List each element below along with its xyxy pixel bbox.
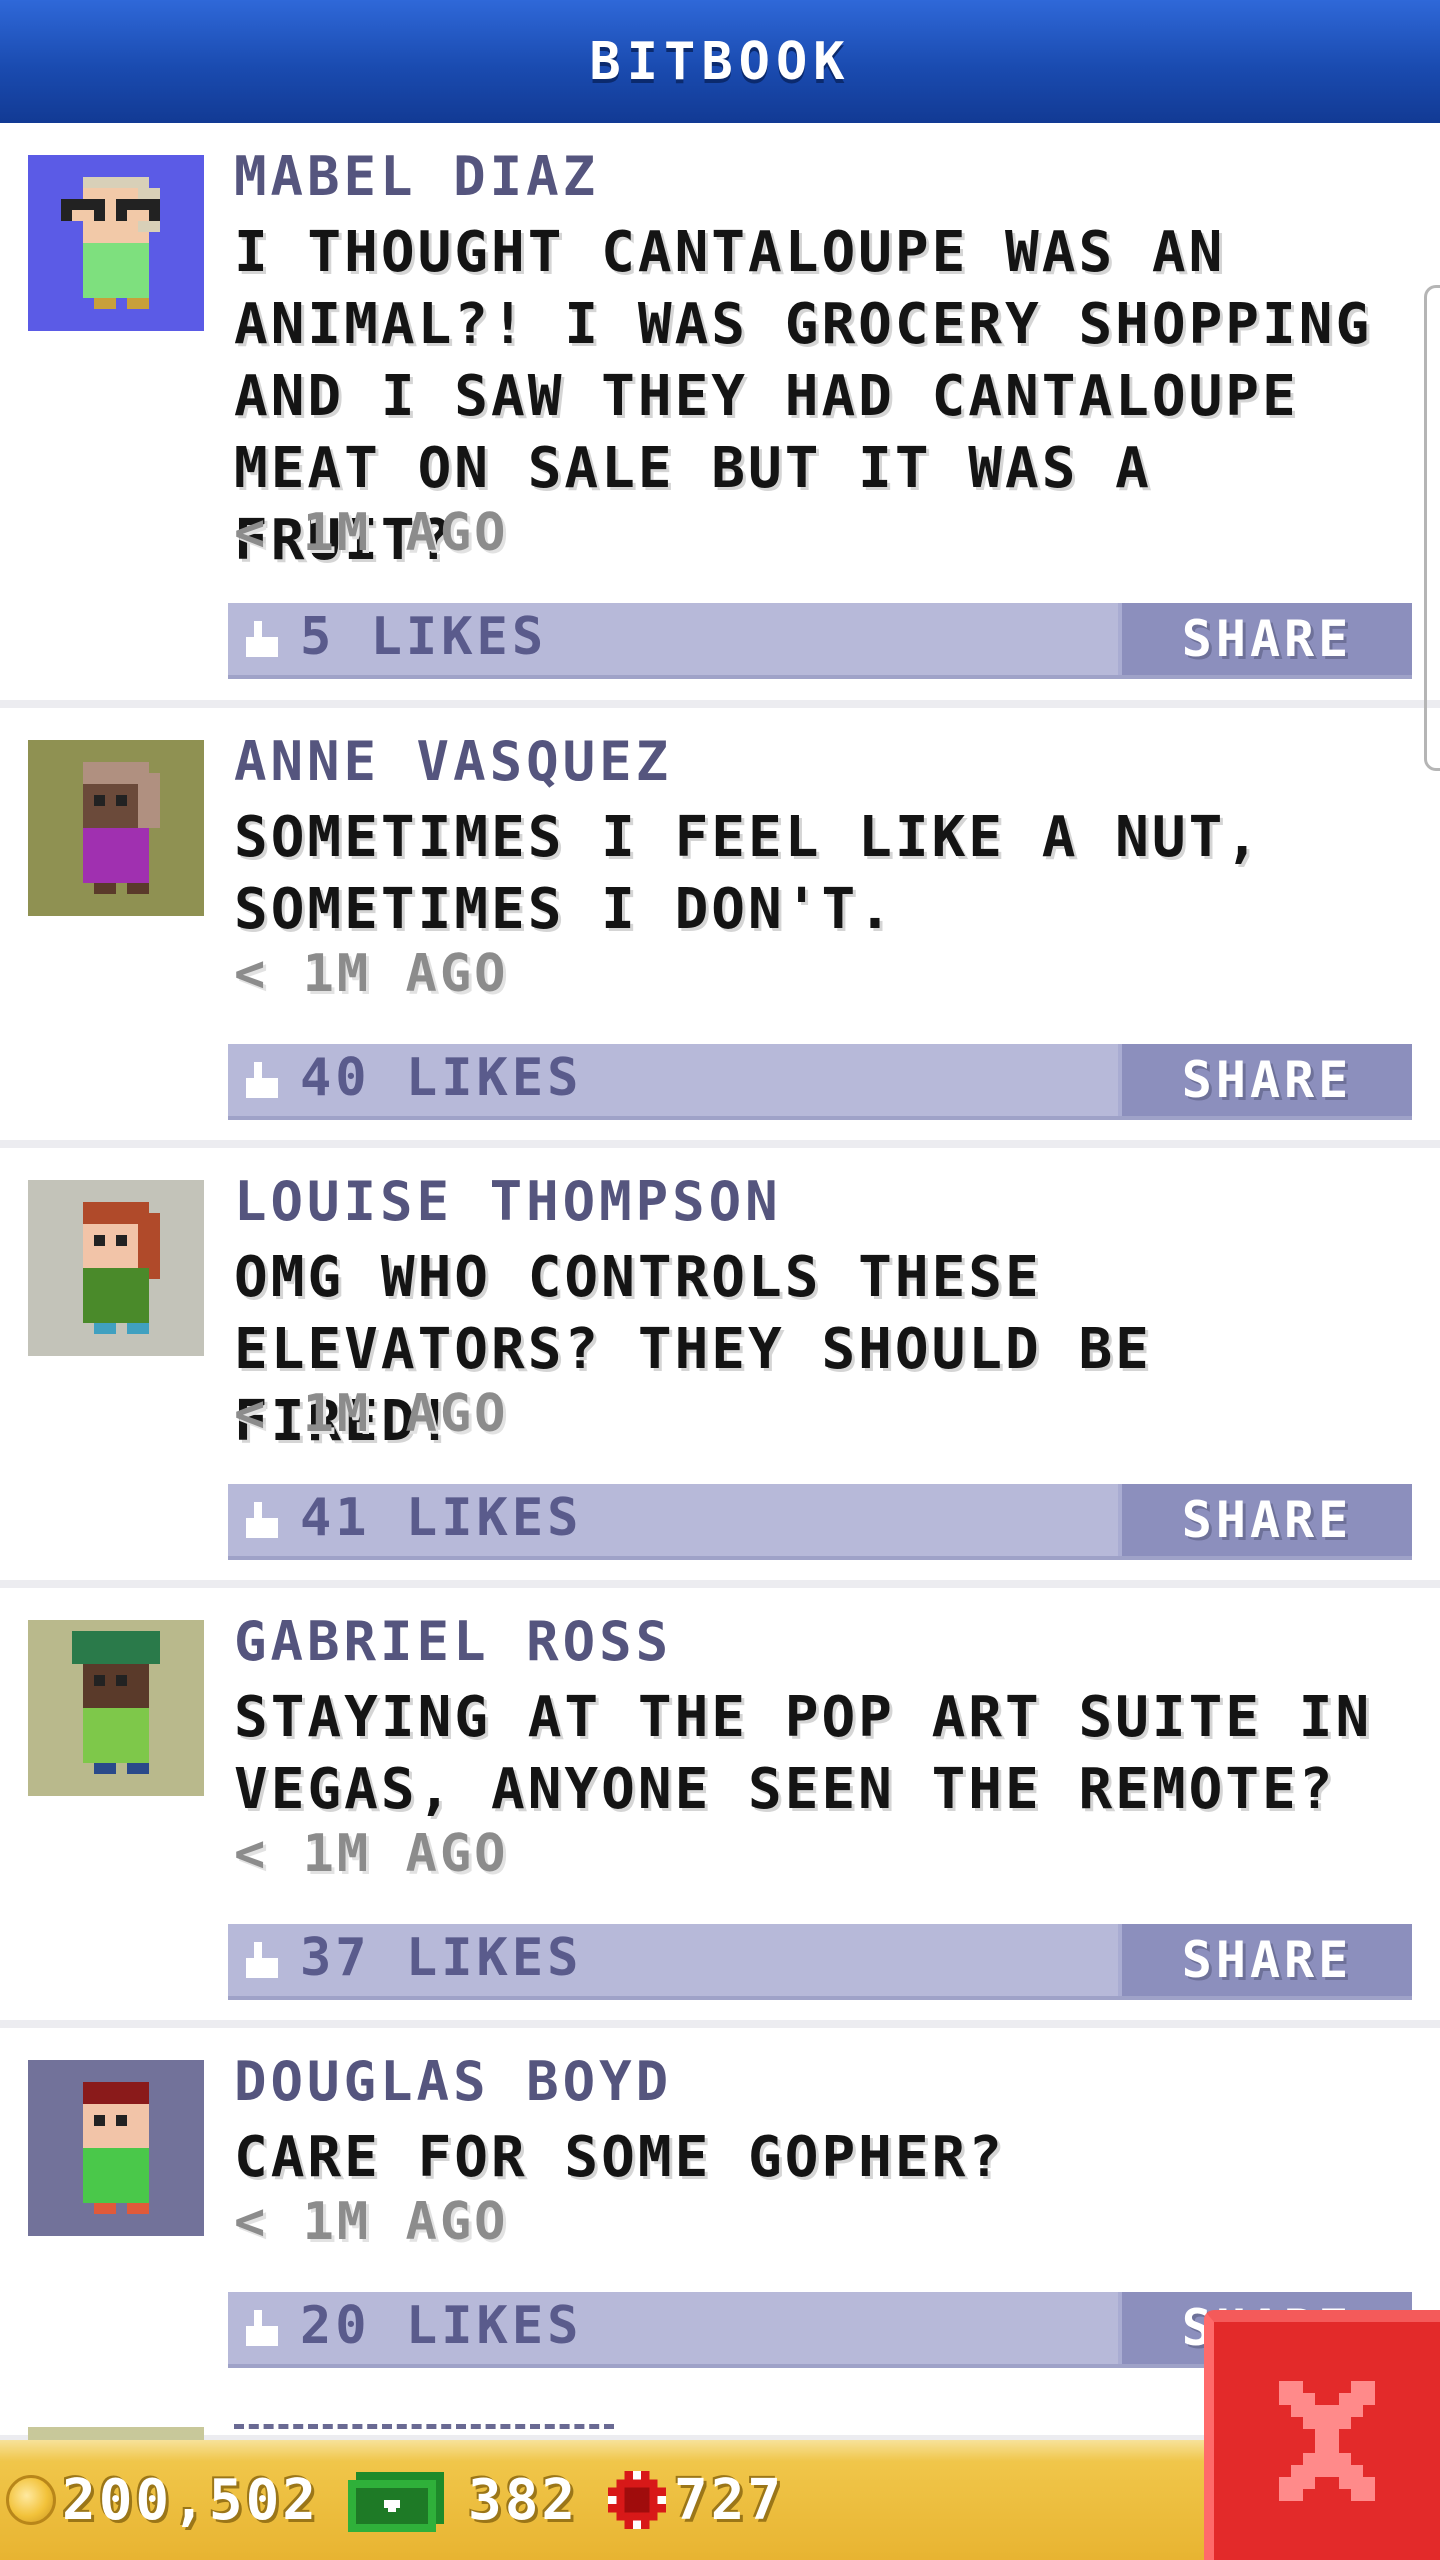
post-item: LOUISE THOMPSON OMG WHO CONTROLS THESE E… <box>0 1148 1440 1588</box>
post-author[interactable]: LOUISE THOMPSON <box>234 1170 782 1233</box>
like-bar[interactable]: 40 LIKES SHARE <box>228 1044 1412 1120</box>
post-divider <box>0 2020 1440 2028</box>
post-item: MABEL DIAZ I THOUGHT CANTALOUPE WAS AN A… <box>0 123 1440 708</box>
post-time: < 1M AGO <box>234 503 509 563</box>
like-count: 20 LIKES <box>300 2296 583 2356</box>
like-count: 40 LIKES <box>300 1048 583 1108</box>
like-bar[interactable]: 37 LIKES SHARE <box>228 1924 1412 2000</box>
bux-value: 382 <box>468 2467 579 2533</box>
thumbs-up-icon <box>246 621 278 657</box>
bux-cash-icon <box>348 2472 444 2532</box>
close-button[interactable] <box>1204 2310 1440 2560</box>
post-feed[interactable]: MABEL DIAZ I THOUGHT CANTALOUPE WAS AN A… <box>0 123 1440 2443</box>
avatar <box>28 740 204 916</box>
post-time: < 1M AGO <box>234 944 509 1004</box>
post-item: ANNE VASQUEZ SOMETIMES I FEEL LIKE A NUT… <box>0 708 1440 1148</box>
like-count: 5 LIKES <box>300 607 548 667</box>
avatar <box>28 1620 204 1796</box>
post-divider <box>0 1140 1440 1148</box>
post-message: CARE FOR SOME GOPHER? <box>234 2125 1006 2190</box>
casino-chip-icon <box>608 2471 666 2529</box>
share-button[interactable]: SHARE <box>1118 603 1412 675</box>
avatar <box>28 155 204 331</box>
post-author[interactable]: GABRIEL ROSS <box>234 1610 672 1673</box>
post-item: GABRIEL ROSS STAYING AT THE POP ART SUIT… <box>0 1588 1440 2028</box>
chips-counter[interactable]: 727 <box>608 2440 784 2560</box>
share-button[interactable]: SHARE <box>1118 1484 1412 1556</box>
post-time: < 1M AGO <box>234 1384 509 1444</box>
post-message: STAYING AT THE POP ART SUITE IN VEGAS, A… <box>234 1685 1373 1822</box>
bux-counter[interactable]: 382 <box>348 2440 578 2560</box>
close-icon <box>1279 2381 1375 2501</box>
chips-value: 727 <box>674 2467 785 2533</box>
share-button[interactable]: SHARE <box>1118 1924 1412 1996</box>
like-count: 37 LIKES <box>300 1928 583 1988</box>
share-button[interactable]: SHARE <box>1118 1044 1412 1116</box>
scroll-indicator[interactable] <box>1424 285 1440 771</box>
avatar <box>28 1180 204 1356</box>
coins-counter: 200,502 <box>6 2440 319 2560</box>
post-time: < 1M AGO <box>234 1824 509 1884</box>
like-bar[interactable]: 5 LIKES SHARE <box>228 603 1412 679</box>
thumbs-up-icon <box>246 2310 278 2346</box>
thumbs-up-icon <box>246 1942 278 1978</box>
next-post-author <box>234 2424 614 2441</box>
coin-icon <box>6 2475 56 2525</box>
app-header: BITBOOK <box>0 0 1440 123</box>
avatar <box>28 2060 204 2236</box>
post-message: SOMETIMES I FEEL LIKE A NUT, SOMETIMES I… <box>234 805 1263 942</box>
post-divider <box>0 1580 1440 1588</box>
like-count: 41 LIKES <box>300 1488 583 1548</box>
thumbs-up-icon <box>246 1502 278 1538</box>
post-divider <box>0 700 1440 708</box>
post-author[interactable]: MABEL DIAZ <box>234 145 599 208</box>
post-time: < 1M AGO <box>234 2192 509 2252</box>
app-title: BITBOOK <box>589 31 851 92</box>
post-author[interactable]: ANNE VASQUEZ <box>234 730 672 793</box>
coins-value: 200,502 <box>62 2467 320 2533</box>
post-author[interactable]: DOUGLAS BOYD <box>234 2050 672 2113</box>
thumbs-up-icon <box>246 1062 278 1098</box>
like-bar[interactable]: 41 LIKES SHARE <box>228 1484 1412 1560</box>
